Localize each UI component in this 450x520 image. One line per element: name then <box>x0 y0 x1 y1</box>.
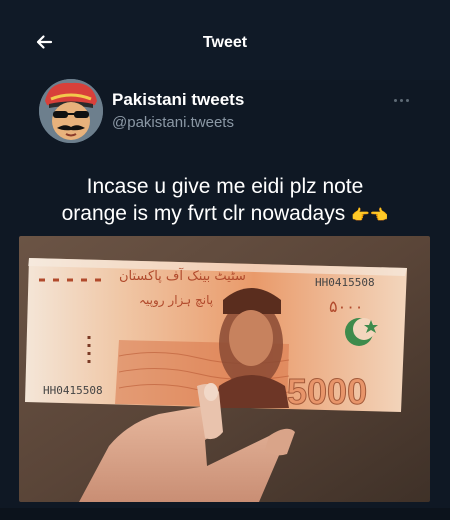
author-handle[interactable]: @pakistani.tweets <box>112 114 234 131</box>
tweet-text: Incase u give me eidi plz note orange is… <box>10 173 440 229</box>
more-dot <box>405 98 409 102</box>
tweet-line-2-text: orange is my fvrt clr nowadays <box>61 202 346 225</box>
note-serial-top: HH0415508 <box>315 276 375 289</box>
author-name[interactable]: Pakistani tweets <box>112 90 244 110</box>
tweet-media-image[interactable]: سٹیٹ بینک آف پاکستان پانچ ہزار روپیہ ۵۰۰… <box>19 236 430 502</box>
pointing-fingers-emoji: 👉👈 <box>351 207 389 224</box>
page-title: Tweet <box>202 34 248 51</box>
banknote-photo: سٹیٹ بینک آف پاکستان پانچ ہزار روپیہ ۵۰۰… <box>19 236 430 502</box>
avatar-image <box>39 79 103 143</box>
note-urdu-numeral: ۵۰۰۰ <box>329 297 363 316</box>
note-urdu-amount: پانچ ہزار روپیہ <box>139 293 213 308</box>
tweet-line-2: orange is my fvrt clr nowadays 👉👈 <box>10 200 440 229</box>
avatar[interactable] <box>39 79 103 143</box>
tweet-line-1: Incase u give me eidi plz note <box>86 175 364 198</box>
note-serial-bottom: HH0415508 <box>43 384 103 397</box>
bottom-edge <box>0 508 450 520</box>
note-denomination: 5000 <box>287 371 367 412</box>
note-urdu-title: سٹیٹ بینک آف پاکستان <box>119 267 246 284</box>
more-dot <box>399 98 403 102</box>
top-bar: Tweet <box>0 0 450 80</box>
more-dot <box>393 98 397 102</box>
more-options-icon[interactable] <box>388 92 414 108</box>
